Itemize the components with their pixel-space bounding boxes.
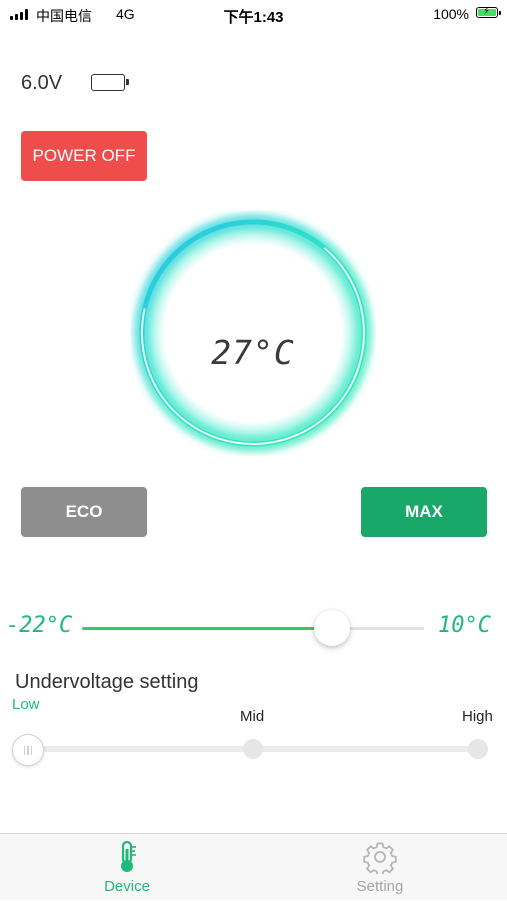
temperature-max-label: 10°C [438, 613, 491, 638]
power-off-button[interactable]: POWER OFF [21, 131, 147, 181]
tab-setting[interactable]: Setting [300, 834, 460, 901]
battery-percent: 100% [433, 6, 469, 22]
undervoltage-low-label: Low [12, 696, 40, 713]
undervoltage-mid-stop[interactable] [243, 739, 263, 759]
undervoltage-high-stop[interactable] [468, 739, 488, 759]
tab-device-label: Device [104, 878, 150, 895]
temperature-slider-thumb[interactable] [313, 610, 350, 646]
undervoltage-slider[interactable] [28, 739, 488, 759]
voltage-readout: 6.0V [21, 72, 63, 94]
status-time: 下午1:43 [223, 9, 284, 26]
temperature-slider-fill [82, 627, 332, 630]
tab-setting-label: Setting [356, 878, 404, 895]
thermometer-icon [121, 840, 136, 872]
temperature-slider[interactable] [82, 610, 424, 646]
tab-bar: Device Setting [0, 833, 507, 900]
status-battery-icon: ⚡ [476, 7, 501, 18]
undervoltage-mid-label: Mid [240, 708, 265, 725]
max-button[interactable]: MAX [361, 487, 487, 537]
current-temperature: 27°C [211, 333, 295, 372]
undervoltage-slider-thumb[interactable] [12, 734, 44, 766]
battery-icon [91, 74, 129, 91]
temperature-min-label: -22°C [6, 613, 73, 638]
undervoltage-high-label: High [462, 708, 493, 725]
undervoltage-title: Undervoltage setting [15, 671, 199, 693]
gear-icon [363, 842, 397, 874]
status-bar: 中国电信 4G 下午1:43 100% ⚡ [0, 0, 507, 30]
tab-device[interactable]: Device [47, 834, 207, 901]
eco-button[interactable]: ECO [21, 487, 147, 537]
